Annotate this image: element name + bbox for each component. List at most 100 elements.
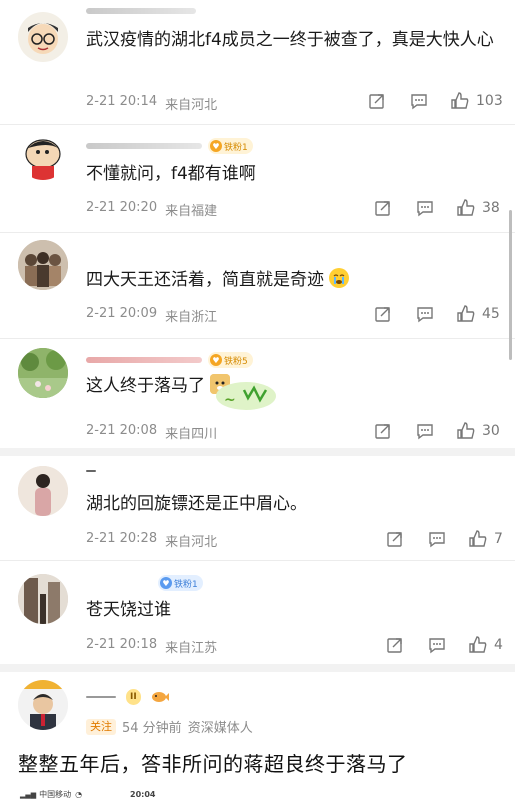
comment-meta: 2-21 20:20 来自福建 [86,200,217,219]
username[interactable] [86,462,96,480]
thumbs-up-icon [457,199,475,216]
post-meta: 关注 54 分钟前 资深媒体人 [86,717,253,736]
fan-badge: ♥ 铁粉5 [208,352,253,368]
thumbs-up-icon [451,92,469,109]
avatar[interactable] [18,12,68,62]
comment-text: 这人终于落马了 [86,372,506,400]
heart-icon: ♥ [160,577,172,589]
reply-button[interactable] [416,305,434,323]
share-icon [375,307,390,322]
reply-button[interactable] [428,636,446,654]
post-text: 整整五年后，答非所问的蒋超良终于落马了 [18,752,408,776]
heart-icon: ♥ [210,140,222,152]
svg-text:~: ~ [224,392,236,408]
share-button[interactable] [386,636,404,654]
fan-badge: ♥ 铁粉1 [158,575,203,591]
comment-time: 2-21 20:09 [86,306,158,321]
comment-icon [417,201,433,217]
comment-text: 苍天饶过谁 [86,600,171,620]
comment-time: 2-21 20:18 [86,637,158,652]
divider [0,124,515,125]
section-gap [0,664,515,672]
reply-button[interactable] [416,199,434,217]
username[interactable]: ♥ 铁粉1 [86,574,203,592]
avatar[interactable] [18,574,68,624]
avatar[interactable] [18,130,68,180]
comment-meta: 2-21 20:18 来自江苏 [86,637,217,656]
comment-text: 不懂就问，f4都有谁啊 [86,164,256,184]
sticker-icon: ~ [216,382,276,410]
share-button[interactable] [386,530,404,548]
like-button[interactable]: 30 [456,421,500,441]
carrier-label: 中国移动 [39,790,72,799]
like-button[interactable]: 38 [456,198,500,218]
like-button[interactable]: 45 [456,304,500,324]
share-button[interactable] [368,92,386,110]
username[interactable] [86,2,196,20]
crying-emoji-icon [329,268,350,288]
comment-location: 来自福建 [165,204,218,219]
comment-actions: 38 [374,198,500,218]
comment-actions: 7 [386,529,503,549]
comment-text: 四大天王还活着，简直就是奇迹 [86,266,506,294]
comment-icon [411,94,427,110]
post-author-name[interactable] [86,696,116,698]
signal-icon: ▂▄▆ [20,790,37,799]
thumbs-up-icon [457,305,475,322]
thumbs-up-icon [469,636,487,653]
share-icon [387,532,402,547]
post-author-avatar[interactable] [18,680,68,730]
reply-button[interactable] [428,530,446,548]
comment-actions: 30 [374,421,500,441]
username[interactable]: ♥ 铁粉1 [86,137,253,155]
comment-time: 2-21 20:20 [86,200,158,215]
avatar[interactable] [18,466,68,516]
share-icon [375,201,390,216]
share-button[interactable] [374,422,392,440]
thumbs-up-icon [457,422,475,439]
comment-icon [417,424,433,440]
like-count: 30 [482,423,500,439]
comment-location: 来自河北 [165,98,218,113]
comment-time: 2-21 20:28 [86,531,158,546]
scrollbar[interactable] [509,210,512,360]
username[interactable]: ♥ 铁粉5 [86,351,253,369]
like-count: 38 [482,200,500,216]
divider [0,338,515,339]
fan-badge: ♥ 铁粉1 [208,138,253,154]
comment-actions: 45 [374,304,500,324]
avatar[interactable] [18,348,68,398]
thumbs-up-icon [469,530,487,547]
comment-icon [429,638,445,654]
avatar[interactable] [18,240,68,290]
like-button[interactable]: 103 [450,91,503,111]
status-bar: ▂▄▆ 中国移动 ◔ 20:04 [0,789,515,800]
comment-meta: 2-21 20:09 来自浙江 [86,306,217,325]
post-author-row[interactable]: II [86,688,169,706]
like-count: 4 [494,637,503,653]
comment-icon [429,532,445,548]
comment-actions: 103 [368,91,503,111]
share-icon [375,424,390,439]
share-button[interactable] [374,305,392,323]
like-button[interactable]: 7 [468,529,503,549]
section-gap [0,448,515,456]
comment-time: 2-21 20:14 [86,94,158,109]
share-button[interactable] [374,199,392,217]
share-icon [387,638,402,653]
fish-emoji-icon [151,692,169,702]
like-button[interactable]: 4 [468,635,503,655]
comment-meta: 2-21 20:28 来自河北 [86,531,217,550]
comment-meta: 2-21 20:14 来自河北 [86,94,217,113]
follow-badge[interactable]: 关注 [86,718,116,735]
heart-icon: ♥ [210,354,222,366]
comment-text: 武汉疫情的湖北f4成员之一终于被查了，真是大快人心 [86,30,494,50]
like-count: 103 [476,93,503,109]
reply-button[interactable] [410,92,428,110]
share-icon [369,94,384,109]
comment-time: 2-21 20:08 [86,423,158,438]
comment-actions: 4 [386,635,503,655]
comment-text: 湖北的回旋镖还是正中眉心。 [86,494,307,514]
divider [0,232,515,233]
reply-button[interactable] [416,422,434,440]
